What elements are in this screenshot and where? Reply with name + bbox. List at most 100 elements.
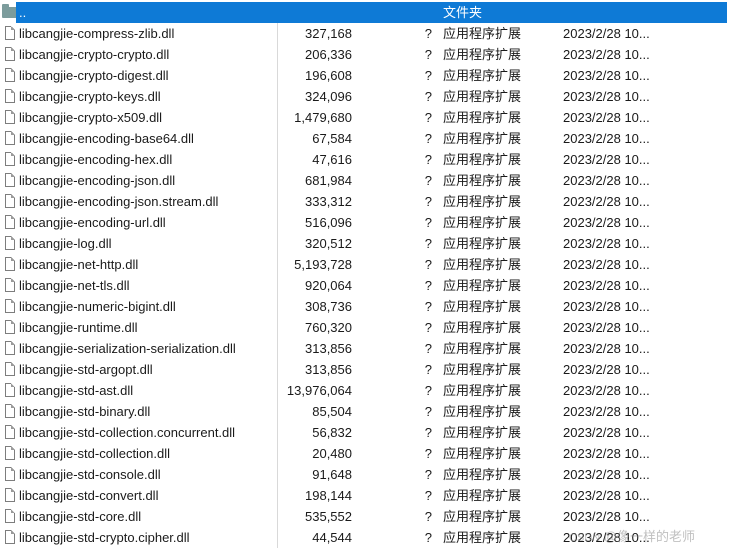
file-icon bbox=[2, 506, 16, 527]
file-row[interactable]: libcangjie-crypto-crypto.dll 206,336? 应用程序… bbox=[0, 44, 731, 65]
file-row[interactable]: libcangjie-encoding-base64.dll 67,584? 应用程… bbox=[0, 128, 731, 149]
file-type: 应用程序扩展 bbox=[443, 257, 522, 272]
file-icon bbox=[2, 338, 16, 359]
column-divider bbox=[277, 506, 278, 527]
file-row[interactable]: libcangjie-encoding-hex.dll 47,616? 应用程序扩展… bbox=[0, 149, 731, 170]
column-divider bbox=[277, 23, 278, 44]
file-modified: 2023/2/28 10... bbox=[563, 383, 650, 398]
file-modified: 2023/2/28 10... bbox=[563, 236, 650, 251]
file-row[interactable]: libcangjie-crypto-digest.dll 196,608? 应用程序… bbox=[0, 65, 731, 86]
file-icon bbox=[2, 317, 16, 338]
file-modified: 2023/2/28 10... bbox=[563, 131, 650, 146]
file-row[interactable]: libcangjie-std-binary.dll 85,504? 应用程序扩展 20… bbox=[0, 401, 731, 422]
file-size: 333,312 bbox=[305, 194, 352, 209]
file-row[interactable]: libcangjie-encoding-url.dll 516,096? 应用程序扩… bbox=[0, 212, 731, 233]
column-divider bbox=[277, 86, 278, 107]
parent-folder-name: .. bbox=[19, 5, 27, 20]
file-row[interactable]: libcangjie-crypto-x509.dll 1,479,680? 应用程序… bbox=[0, 107, 731, 128]
file-size: 1,479,680 bbox=[294, 110, 352, 125]
file-type: 应用程序扩展 bbox=[443, 194, 522, 209]
file-type: 应用程序扩展 bbox=[443, 404, 522, 419]
file-type: 应用程序扩展 bbox=[443, 299, 522, 314]
file-row[interactable]: libcangjie-crypto-keys.dll 324,096? 应用程序扩展… bbox=[0, 86, 731, 107]
file-ratio: ? bbox=[424, 26, 432, 41]
file-row[interactable]: libcangjie-encoding-json.stream.dll 333,3… bbox=[0, 191, 731, 212]
column-divider bbox=[277, 296, 278, 317]
file-ratio: ? bbox=[424, 131, 432, 146]
file-icon bbox=[2, 44, 16, 65]
file-type: 应用程序扩展 bbox=[443, 383, 522, 398]
file-size: 44,544 bbox=[312, 530, 352, 545]
column-divider bbox=[277, 254, 278, 275]
file-type: 应用程序扩展 bbox=[443, 509, 522, 524]
column-divider bbox=[277, 422, 278, 443]
file-row[interactable]: libcangjie-std-collection.concurrent.dll… bbox=[0, 422, 731, 443]
file-name: libcangjie-std-argopt.dll bbox=[19, 362, 153, 377]
file-ratio: ? bbox=[424, 509, 432, 524]
file-type: 应用程序扩展 bbox=[443, 320, 522, 335]
file-icon bbox=[2, 233, 16, 254]
file-icon bbox=[2, 422, 16, 443]
file-name: libcangjie-std-console.dll bbox=[19, 467, 161, 482]
file-name: libcangjie-encoding-base64.dll bbox=[19, 131, 194, 146]
column-divider bbox=[277, 485, 278, 506]
file-size: 313,856 bbox=[305, 341, 352, 356]
file-type: 应用程序扩展 bbox=[443, 530, 522, 545]
file-modified: 2023/2/28 10... bbox=[563, 362, 650, 377]
file-row[interactable]: libcangjie-std-console.dll 91,648? 应用程序扩展 2… bbox=[0, 464, 731, 485]
file-size: 20,480 bbox=[312, 446, 352, 461]
column-divider bbox=[277, 212, 278, 233]
file-icon bbox=[2, 86, 16, 107]
file-type: 应用程序扩展 bbox=[443, 488, 522, 503]
column-divider bbox=[277, 275, 278, 296]
parent-folder-row[interactable]: .. 文件夹 bbox=[0, 2, 731, 23]
file-name: libcangjie-net-http.dll bbox=[19, 257, 139, 272]
file-row[interactable]: libcangjie-std-collection.dll 20,480? 应用程序… bbox=[0, 443, 731, 464]
file-icon bbox=[2, 485, 16, 506]
file-modified: 2023/2/28 10... bbox=[563, 110, 650, 125]
file-ratio: ? bbox=[424, 530, 432, 545]
file-icon bbox=[2, 401, 16, 422]
file-modified: 2023/2/28 10... bbox=[563, 488, 650, 503]
column-divider bbox=[277, 338, 278, 359]
file-ratio: ? bbox=[424, 299, 432, 314]
file-ratio: ? bbox=[424, 152, 432, 167]
file-ratio: ? bbox=[424, 320, 432, 335]
file-modified: 2023/2/28 10... bbox=[563, 215, 650, 230]
file-type: 应用程序扩展 bbox=[443, 131, 522, 146]
file-icon bbox=[2, 212, 16, 233]
file-row[interactable]: libcangjie-log.dll 320,512? 应用程序扩展 2023/2/2… bbox=[0, 233, 731, 254]
file-modified: 2023/2/28 10... bbox=[563, 320, 650, 335]
file-modified: 2023/2/28 10... bbox=[563, 341, 650, 356]
file-row[interactable]: libcangjie-encoding-json.dll 681,984? 应用程序… bbox=[0, 170, 731, 191]
file-size: 320,512 bbox=[305, 236, 352, 251]
file-icon bbox=[2, 464, 16, 485]
file-name: libcangjie-encoding-hex.dll bbox=[19, 152, 173, 167]
file-row[interactable]: libcangjie-net-http.dll 5,193,728? 应用程序扩展 2… bbox=[0, 254, 731, 275]
file-size: 67,584 bbox=[312, 131, 352, 146]
file-size: 535,552 bbox=[305, 509, 352, 524]
file-name: libcangjie-encoding-url.dll bbox=[19, 215, 166, 230]
file-ratio: ? bbox=[424, 362, 432, 377]
file-name: libcangjie-compress-zlib.dll bbox=[19, 26, 175, 41]
file-type: 应用程序扩展 bbox=[443, 68, 522, 83]
file-size: 313,856 bbox=[305, 362, 352, 377]
file-row[interactable]: libcangjie-runtime.dll 760,320? 应用程序扩展 2023… bbox=[0, 317, 731, 338]
file-type: 应用程序扩展 bbox=[443, 215, 522, 230]
file-row[interactable]: libcangjie-std-core.dll 535,552? 应用程序扩展 202… bbox=[0, 506, 731, 527]
column-divider bbox=[277, 527, 278, 548]
file-row[interactable]: libcangjie-std-argopt.dll 313,856? 应用程序扩展 2… bbox=[0, 359, 731, 380]
file-name: libcangjie-std-core.dll bbox=[19, 509, 142, 524]
file-row[interactable]: libcangjie-std-ast.dll 13,976,064? 应用程序扩展 2… bbox=[0, 380, 731, 401]
file-name: libcangjie-encoding-json.stream.dll bbox=[19, 194, 219, 209]
file-icon bbox=[2, 527, 16, 548]
file-row[interactable]: libcangjie-std-convert.dll 198,144? 应用程序扩展… bbox=[0, 485, 731, 506]
file-type: 应用程序扩展 bbox=[443, 446, 522, 461]
file-type: 应用程序扩展 bbox=[443, 47, 522, 62]
file-row[interactable]: libcangjie-serialization-serialization.d… bbox=[0, 338, 731, 359]
file-row[interactable]: libcangjie-compress-zlib.dll 327,168? 应用程序… bbox=[0, 23, 731, 44]
file-row[interactable]: libcangjie-net-tls.dll 920,064? 应用程序扩展 2023… bbox=[0, 275, 731, 296]
file-row[interactable]: libcangjie-numeric-bigint.dll 308,736? 应用程… bbox=[0, 296, 731, 317]
column-divider bbox=[277, 107, 278, 128]
file-ratio: ? bbox=[424, 488, 432, 503]
